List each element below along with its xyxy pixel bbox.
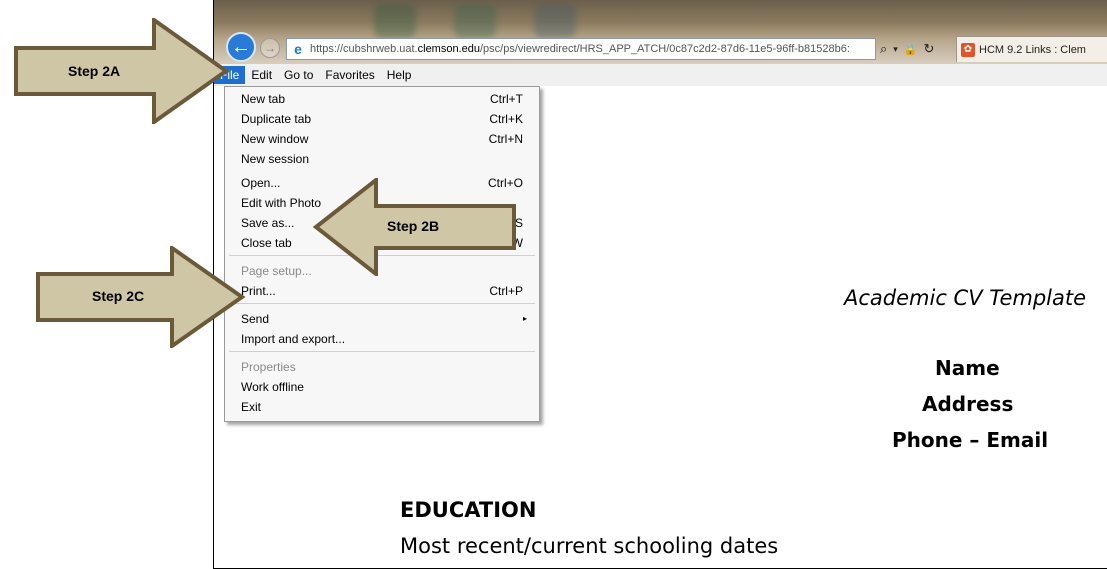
menu-item-shortcut: Ctrl+T — [490, 92, 523, 106]
address-tools: ⌕ ▾ 🔒 ↻ — [880, 38, 934, 60]
right-arrow-icon — [14, 18, 230, 124]
menu-item-label: New tab — [241, 92, 286, 106]
clemson-paw-icon: ✿ — [961, 42, 975, 57]
menu-item-label: Page setup... — [241, 264, 312, 278]
menu-favorites[interactable]: Favorites — [319, 66, 380, 84]
menu-item-label: New window — [241, 132, 309, 146]
menu-item-import-export[interactable]: Import and export... — [225, 329, 539, 349]
menu-item-print[interactable]: Print... Ctrl+P — [225, 281, 539, 301]
menu-item-shortcut: Ctrl+N — [488, 132, 523, 146]
step-2c-label: Step 2C — [92, 288, 145, 304]
internet-explorer-icon: e — [294, 41, 302, 57]
menu-edit[interactable]: Edit — [245, 66, 278, 84]
step-2b-label: Step 2B — [387, 218, 440, 234]
menu-item-label: Exit — [241, 400, 262, 414]
menu-help[interactable]: Help — [381, 66, 418, 84]
education-line: Most recent/current schooling dates — [400, 534, 779, 558]
menu-item-shortcut: Ctrl+P — [489, 284, 523, 298]
tab-title: HCM 9.2 Links : Clem — [979, 43, 1086, 56]
document-address: Address — [922, 392, 1014, 416]
url-host: clemson.edu — [417, 43, 480, 55]
step-2c-callout: Step 2C — [36, 246, 246, 348]
menu-separator — [229, 303, 535, 304]
browser-chrome: ← → e https://cubshrweb.uat. clemson.edu /… — [214, 0, 1107, 64]
url-prefix: https://cubshrweb.uat. — [310, 43, 418, 55]
url-path: /psc/ps/viewredirect/HRS_APP_ATCH/0c87c2… — [480, 43, 850, 55]
menu-item-label: New session — [241, 152, 310, 166]
menu-item-properties: Properties — [225, 357, 539, 377]
education-heading: EDUCATION — [400, 498, 537, 522]
menu-item-label: Close tab — [241, 236, 292, 250]
background-blur — [374, 4, 416, 38]
refresh-icon[interactable]: ↻ — [924, 41, 935, 57]
menu-item-exit[interactable]: Exit — [225, 397, 539, 417]
browser-tab[interactable]: ✿ HCM 9.2 Links : Clem — [956, 36, 1107, 62]
browser-window: ← → e https://cubshrweb.uat. clemson.edu /… — [213, 0, 1107, 569]
menu-bar: File Edit Go to Favorites Help — [214, 64, 1107, 86]
background-blur — [534, 4, 576, 38]
search-icon[interactable]: ⌕ — [880, 41, 887, 57]
step-2a-callout: Step 2A — [14, 18, 230, 124]
document-title: Academic CV Template — [844, 286, 1087, 310]
menu-item-label: Print... — [241, 284, 276, 298]
menu-item-send[interactable]: Send ▸ — [225, 309, 539, 329]
menu-item-new-session[interactable]: New session — [225, 149, 539, 169]
menu-item-label: Edit with Photo — [241, 196, 322, 210]
address-bar[interactable]: e https://cubshrweb.uat. clemson.edu/psc/… — [286, 38, 876, 60]
background-blur — [454, 4, 496, 38]
submenu-arrow-icon: ▸ — [522, 314, 527, 323]
chevron-down-icon[interactable]: ▾ — [893, 44, 898, 55]
menu-item-duplicate-tab[interactable]: Duplicate tab Ctrl+K — [225, 109, 539, 129]
menu-item-label: Work offline — [241, 380, 304, 394]
step-2a-label: Step 2A — [68, 63, 121, 79]
menu-item-label: Properties — [241, 360, 296, 374]
back-arrow-icon[interactable]: ← — [226, 32, 256, 62]
menu-item-shortcut: Ctrl+K — [489, 112, 523, 126]
menu-item-new-window[interactable]: New window Ctrl+N — [225, 129, 539, 149]
menu-item-new-tab[interactable]: New tab Ctrl+T — [225, 89, 539, 109]
menu-go-to[interactable]: Go to — [278, 66, 319, 84]
menu-separator — [229, 351, 535, 352]
document-name: Name — [935, 356, 1000, 380]
step-2b-callout: Step 2B — [312, 178, 518, 276]
menu-item-label: Open... — [241, 176, 281, 190]
forward-arrow-icon[interactable]: → — [260, 38, 280, 58]
menu-item-label: Duplicate tab — [241, 112, 312, 126]
menu-item-work-offline[interactable]: Work offline — [225, 377, 539, 397]
lock-icon[interactable]: 🔒 — [904, 43, 918, 56]
menu-item-label: Import and export... — [241, 332, 346, 346]
document-contact: Phone – Email — [892, 428, 1049, 452]
menu-item-label: Save as... — [241, 216, 295, 230]
